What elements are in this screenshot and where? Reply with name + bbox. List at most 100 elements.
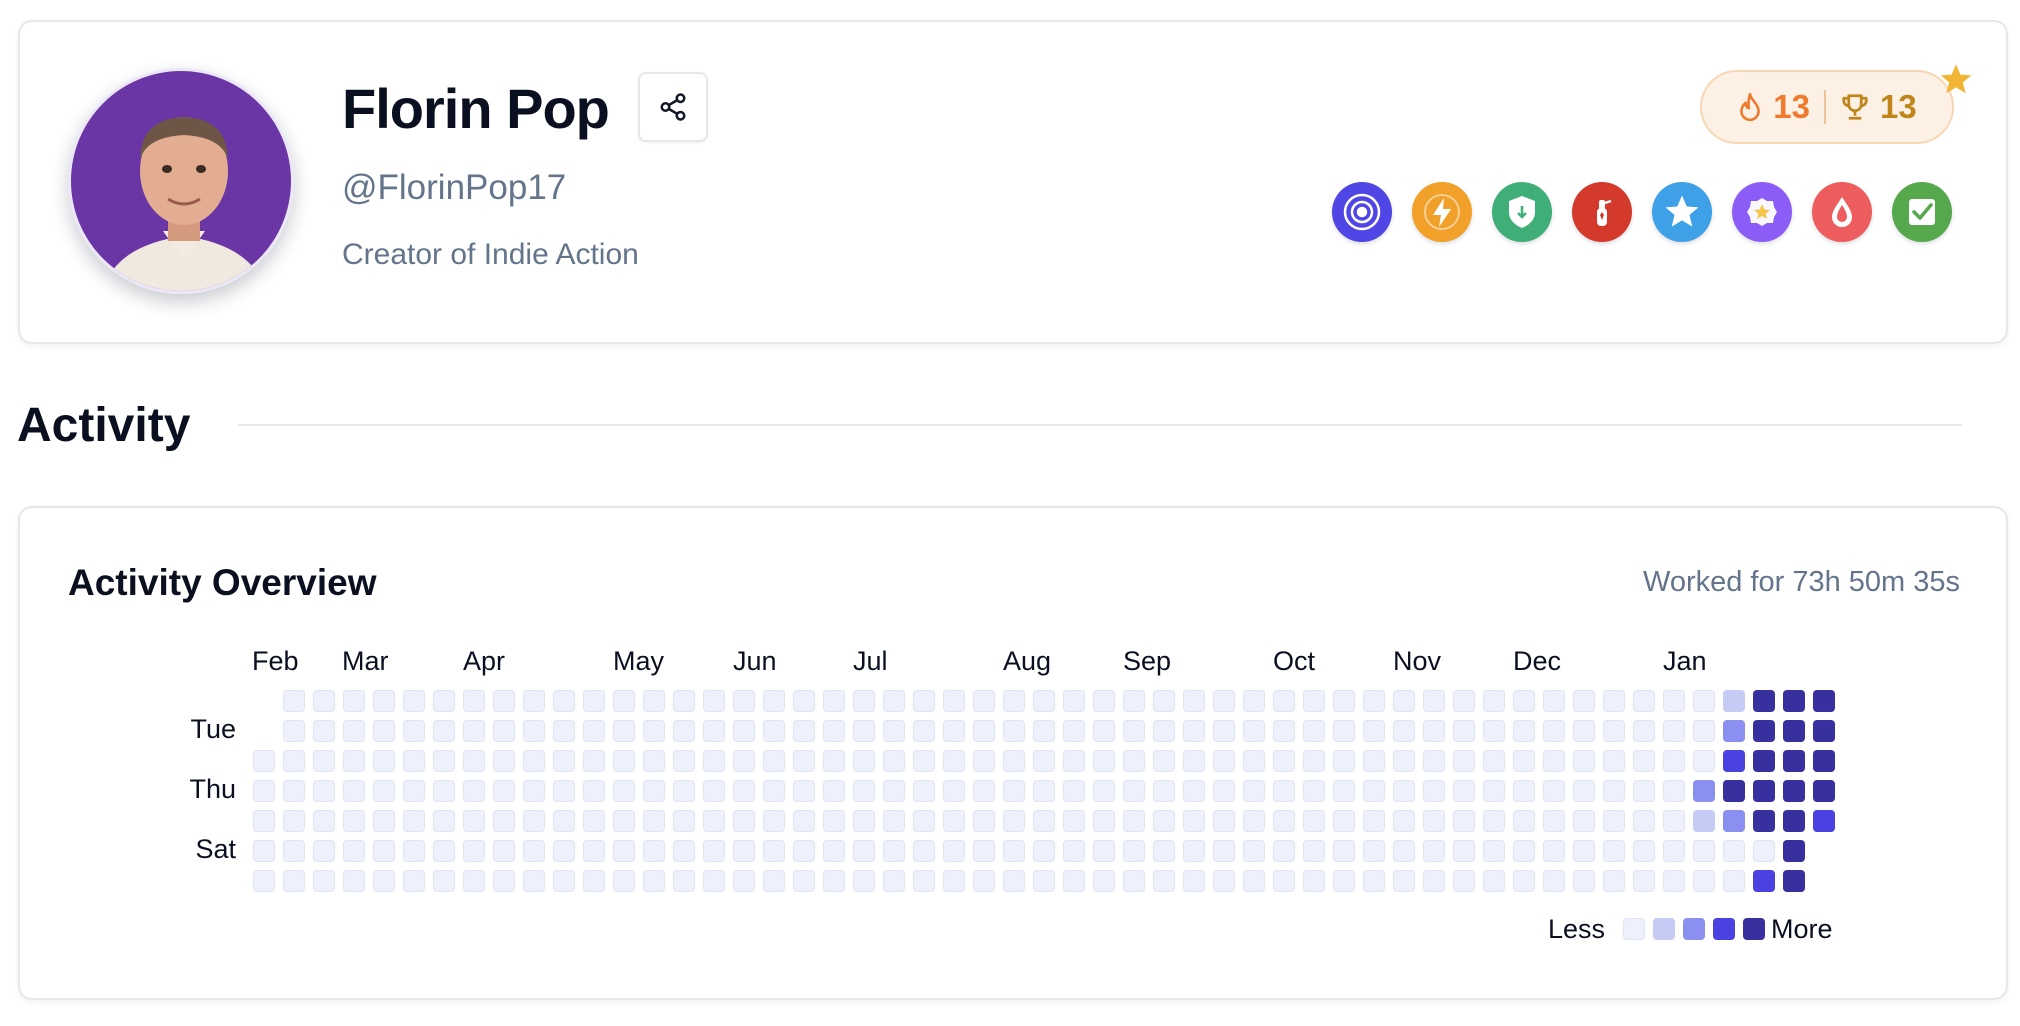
activity-cell[interactable] bbox=[973, 720, 995, 742]
activity-cell[interactable] bbox=[313, 780, 335, 802]
activity-cell[interactable] bbox=[1363, 720, 1385, 742]
activity-cell[interactable] bbox=[1333, 840, 1355, 862]
activity-cell[interactable] bbox=[1273, 720, 1295, 742]
activity-cell[interactable] bbox=[883, 780, 905, 802]
activity-cell[interactable] bbox=[283, 750, 305, 772]
activity-cell[interactable] bbox=[1543, 840, 1565, 862]
activity-cell[interactable] bbox=[1633, 720, 1655, 742]
activity-cell[interactable] bbox=[1603, 810, 1625, 832]
activity-cell[interactable] bbox=[763, 750, 785, 772]
activity-cell[interactable] bbox=[1633, 810, 1655, 832]
activity-cell[interactable] bbox=[823, 720, 845, 742]
activity-cell[interactable] bbox=[373, 840, 395, 862]
activity-cell[interactable] bbox=[1183, 870, 1205, 892]
activity-cell[interactable] bbox=[553, 810, 575, 832]
activity-cell[interactable] bbox=[313, 690, 335, 712]
activity-cell[interactable] bbox=[883, 840, 905, 862]
activity-cell[interactable] bbox=[403, 720, 425, 742]
activity-cell[interactable] bbox=[823, 870, 845, 892]
activity-cell[interactable] bbox=[283, 690, 305, 712]
activity-cell[interactable] bbox=[763, 780, 785, 802]
activity-cell[interactable] bbox=[1723, 750, 1745, 772]
activity-cell[interactable] bbox=[1483, 690, 1505, 712]
activity-cell[interactable] bbox=[1063, 840, 1085, 862]
activity-cell[interactable] bbox=[1333, 750, 1355, 772]
activity-cell[interactable] bbox=[1633, 780, 1655, 802]
activity-cell[interactable] bbox=[613, 690, 635, 712]
activity-cell[interactable] bbox=[1303, 750, 1325, 772]
activity-cell[interactable] bbox=[1783, 810, 1805, 832]
activity-cell[interactable] bbox=[1093, 840, 1115, 862]
activity-cell[interactable] bbox=[793, 810, 815, 832]
activity-cell[interactable] bbox=[1543, 780, 1565, 802]
activity-cell[interactable] bbox=[1393, 750, 1415, 772]
activity-cell[interactable] bbox=[283, 810, 305, 832]
activity-cell[interactable] bbox=[343, 780, 365, 802]
activity-cell[interactable] bbox=[1033, 690, 1055, 712]
activity-cell[interactable] bbox=[1753, 690, 1775, 712]
activity-cell[interactable] bbox=[1513, 690, 1535, 712]
activity-cell[interactable] bbox=[1183, 690, 1205, 712]
activity-cell[interactable] bbox=[1753, 810, 1775, 832]
activity-cell[interactable] bbox=[1693, 690, 1715, 712]
activity-cell[interactable] bbox=[1453, 780, 1475, 802]
activity-cell[interactable] bbox=[943, 810, 965, 832]
activity-cell[interactable] bbox=[793, 870, 815, 892]
activity-cell[interactable] bbox=[553, 720, 575, 742]
activity-cell[interactable] bbox=[1153, 750, 1175, 772]
activity-cell[interactable] bbox=[673, 750, 695, 772]
activity-cell[interactable] bbox=[793, 690, 815, 712]
activity-cell[interactable] bbox=[1303, 810, 1325, 832]
activity-cell[interactable] bbox=[313, 750, 335, 772]
activity-cell[interactable] bbox=[1483, 750, 1505, 772]
activity-cell[interactable] bbox=[853, 840, 875, 862]
activity-cell[interactable] bbox=[433, 690, 455, 712]
activity-cell[interactable] bbox=[1093, 690, 1115, 712]
activity-cell[interactable] bbox=[253, 810, 275, 832]
activity-cell[interactable] bbox=[1573, 780, 1595, 802]
activity-cell[interactable] bbox=[1813, 810, 1835, 832]
activity-cell[interactable] bbox=[523, 720, 545, 742]
activity-cell[interactable] bbox=[1393, 690, 1415, 712]
activity-cell[interactable] bbox=[703, 840, 725, 862]
activity-cell[interactable] bbox=[703, 690, 725, 712]
activity-cell[interactable] bbox=[1183, 840, 1205, 862]
activity-cell[interactable] bbox=[1453, 690, 1475, 712]
activity-cell[interactable] bbox=[1693, 750, 1715, 772]
activity-cell[interactable] bbox=[1483, 840, 1505, 862]
activity-cell[interactable] bbox=[463, 750, 485, 772]
stats-pill[interactable]: 13 13 bbox=[1700, 70, 1954, 144]
activity-cell[interactable] bbox=[553, 690, 575, 712]
activity-cell[interactable] bbox=[1633, 840, 1655, 862]
activity-cell[interactable] bbox=[1453, 840, 1475, 862]
activity-cell[interactable] bbox=[1363, 750, 1385, 772]
activity-cell[interactable] bbox=[1693, 720, 1715, 742]
activity-cell[interactable] bbox=[703, 870, 725, 892]
activity-cell[interactable] bbox=[1213, 750, 1235, 772]
activity-cell[interactable] bbox=[673, 690, 695, 712]
activity-cell[interactable] bbox=[1573, 720, 1595, 742]
activity-cell[interactable] bbox=[1033, 840, 1055, 862]
activity-cell[interactable] bbox=[1093, 720, 1115, 742]
activity-cell[interactable] bbox=[523, 780, 545, 802]
activity-cell[interactable] bbox=[1663, 840, 1685, 862]
activity-cell[interactable] bbox=[1363, 690, 1385, 712]
activity-cell[interactable] bbox=[463, 810, 485, 832]
activity-cell[interactable] bbox=[1003, 840, 1025, 862]
activity-cell[interactable] bbox=[1093, 780, 1115, 802]
activity-cell[interactable] bbox=[1243, 720, 1265, 742]
activity-cell[interactable] bbox=[1273, 840, 1295, 862]
activity-cell[interactable] bbox=[823, 750, 845, 772]
activity-cell[interactable] bbox=[1153, 810, 1175, 832]
activity-cell[interactable] bbox=[1153, 780, 1175, 802]
activity-cell[interactable] bbox=[913, 810, 935, 832]
activity-cell[interactable] bbox=[613, 870, 635, 892]
activity-cell[interactable] bbox=[1423, 720, 1445, 742]
activity-cell[interactable] bbox=[343, 690, 365, 712]
activity-cell[interactable] bbox=[1003, 750, 1025, 772]
activity-cell[interactable] bbox=[463, 840, 485, 862]
activity-cell[interactable] bbox=[973, 810, 995, 832]
activity-cell[interactable] bbox=[1513, 750, 1535, 772]
activity-cell[interactable] bbox=[943, 840, 965, 862]
activity-cell[interactable] bbox=[403, 810, 425, 832]
